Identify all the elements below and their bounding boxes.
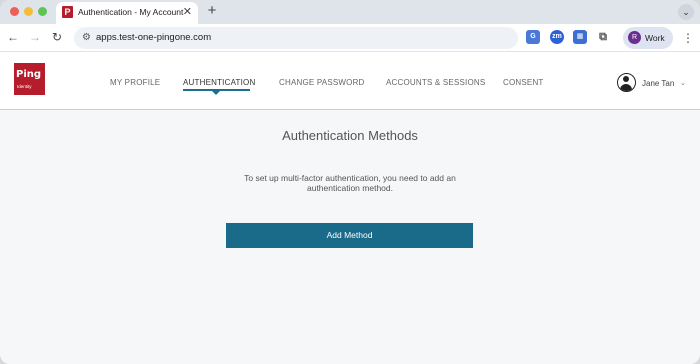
nav-consent[interactable]: CONSENT [503, 78, 544, 87]
user-name[interactable]: Jane Tan [642, 79, 674, 88]
page-title: Authentication Methods [282, 128, 418, 143]
browser-window: P Authentication - My Account ✕ + ⌄ ← → … [0, 0, 700, 364]
minimize-window-button[interactable] [24, 7, 33, 16]
translate-extension-icon[interactable]: G [526, 30, 540, 44]
user-avatar-icon[interactable] [617, 73, 636, 92]
maximize-window-button[interactable] [38, 7, 47, 16]
favicon-icon: P [62, 6, 73, 18]
browser-menu-icon[interactable]: ⋮ [682, 30, 694, 46]
forward-icon[interactable]: → [27, 29, 43, 45]
profile-avatar: R [628, 31, 641, 44]
profile-label: Work [645, 33, 665, 43]
tab-search-icon[interactable]: ⌄ [678, 4, 694, 20]
tab-strip: P Authentication - My Account ✕ + ⌄ [0, 0, 700, 24]
calendar-extension-icon[interactable]: ▦ [573, 30, 587, 44]
address-bar[interactable]: ⚙ apps.test-one-pingone.com [74, 27, 518, 49]
ping-identity-logo[interactable]: Ping Identity [14, 63, 45, 95]
reload-icon[interactable]: ↻ [49, 29, 65, 45]
add-method-button[interactable]: Add Method [226, 223, 473, 248]
profile-chip[interactable]: R Work [623, 27, 673, 49]
chevron-down-icon[interactable]: ⌄ [680, 79, 686, 87]
active-tab-caret [212, 91, 220, 95]
logo-subtext: Identity [17, 84, 32, 89]
nav-change-password[interactable]: CHANGE PASSWORD [279, 78, 365, 87]
site-info-icon[interactable]: ⚙ [82, 31, 94, 45]
logo-text: Ping [16, 69, 42, 80]
tab-title: Authentication - My Account [78, 7, 184, 17]
zoom-extension-icon[interactable]: zm [550, 30, 564, 44]
url-text: apps.test-one-pingone.com [96, 32, 212, 43]
browser-tab[interactable]: P Authentication - My Account ✕ [56, 2, 198, 24]
description-text: To set up multi-factor authentication, y… [244, 173, 456, 193]
nav-accounts-sessions[interactable]: ACCOUNTS & SESSIONS [386, 78, 485, 87]
close-window-button[interactable] [10, 7, 19, 16]
nav-my-profile[interactable]: MY PROFILE [110, 78, 160, 87]
browser-toolbar: ← → ↻ ⚙ apps.test-one-pingone.com G zm ▦… [0, 24, 700, 52]
tab-close-icon[interactable]: ✕ [183, 5, 192, 19]
extensions-puzzle-icon[interactable]: ⧉ [596, 30, 610, 44]
nav-authentication[interactable]: AUTHENTICATION [183, 78, 255, 87]
new-tab-icon[interactable]: + [204, 2, 220, 20]
back-icon[interactable]: ← [5, 29, 21, 45]
